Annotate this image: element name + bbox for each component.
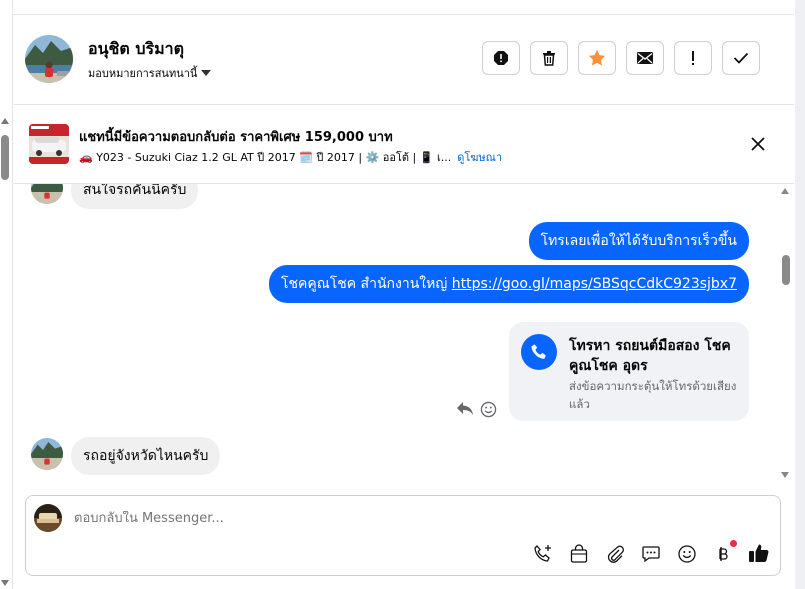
scroll-up-arrow[interactable] (1, 118, 9, 124)
check-icon (733, 52, 749, 64)
emoji-icon (678, 545, 696, 563)
paperclip-icon (607, 545, 624, 563)
assign-conversation-dropdown[interactable]: มอบหมายการสนทนานี้ (88, 64, 212, 82)
close-ad-button[interactable] (748, 134, 768, 154)
outgoing-message-with-link[interactable]: โชคคูณโชค สำนักงานใหญ่ https://goo.gl/ma… (268, 265, 749, 303)
message-text: โชคคูณโชค สำนักงานใหญ่ (280, 276, 452, 292)
scroll-down-arrow[interactable] (1, 580, 9, 586)
call-request-card[interactable]: โทรหา รถยนต์มือสอง โชคคูณโชค อุดร ส่งข้อ… (509, 322, 749, 421)
report-button[interactable] (482, 41, 520, 75)
star-icon (588, 49, 606, 66)
outgoing-message[interactable]: โทรเลยเพื่อให้ได้รับบริการเร็วขึ้น (528, 222, 749, 260)
top-divider (12, 14, 794, 15)
baht-icon (719, 547, 728, 561)
report-icon (494, 51, 508, 65)
delete-button[interactable] (530, 41, 568, 75)
header-divider (13, 104, 794, 105)
maps-link[interactable]: https://goo.gl/maps/SBSqcCdkC923sjbx7 (452, 276, 737, 292)
ad-details-line: 🚗 Y023 - Suzuki Ciaz 1.2 GL AT ปี 2017 🗓… (79, 148, 502, 166)
shop-button[interactable] (568, 543, 590, 565)
sender-avatar (31, 184, 63, 204)
star-button[interactable] (578, 41, 616, 75)
saved-replies-button[interactable] (640, 543, 662, 565)
assign-label: มอบหมายการสนทนานี้ (88, 67, 198, 80)
close-icon (751, 137, 765, 151)
reply-icon[interactable] (456, 400, 474, 420)
caret-down-icon (201, 70, 212, 76)
scroll-thumb[interactable] (1, 135, 9, 180)
phone-icon (521, 334, 557, 370)
mark-unread-button[interactable] (626, 41, 664, 75)
trash-icon (543, 51, 555, 66)
attach-button[interactable] (604, 543, 626, 565)
ad-title: แชทนี้มีข้อความตอบกลับต่อ ราคาพิเศษ 159,… (79, 130, 393, 145)
right-gutter (795, 0, 805, 589)
incoming-message[interactable]: สนใจรถคันนี้ครับ (71, 184, 199, 209)
exclamation-icon (692, 51, 694, 65)
send-like-button[interactable] (748, 542, 770, 564)
quick-reply-icon (642, 546, 660, 563)
emoji-button[interactable] (676, 543, 698, 565)
call-card-title: โทรหา รถยนต์มือสอง โชคคูณโชค อุดร (569, 338, 731, 374)
reply-input[interactable] (74, 511, 674, 526)
call-add-button[interactable] (532, 543, 554, 565)
messages-scroll-thumb[interactable] (782, 255, 790, 285)
ad-details: 🚗 Y023 - Suzuki Ciaz 1.2 GL AT ปี 2017 🗓… (79, 151, 452, 164)
shopping-bag-icon (570, 544, 588, 563)
contact-name: อนุชิต บริมาตุ (88, 39, 185, 58)
messages-scroll-up[interactable] (781, 188, 789, 194)
page-avatar (34, 504, 62, 532)
reply-composer (25, 495, 781, 576)
outer-scrollbar[interactable] (0, 115, 12, 589)
ad-thumbnail[interactable] (29, 124, 69, 164)
react-emoji-icon[interactable] (480, 401, 497, 422)
messages-scroll-down[interactable] (781, 472, 789, 478)
mail-icon (637, 52, 653, 64)
notification-dot (730, 540, 737, 547)
contact-avatar[interactable] (25, 35, 73, 83)
follow-up-button[interactable] (674, 41, 712, 75)
sender-avatar (31, 438, 63, 470)
incoming-message[interactable]: รถอยู่จังหวัดไหนครับ (71, 437, 221, 475)
phone-plus-icon (534, 545, 551, 562)
call-card-subtitle: ส่งข้อความกระตุ้นให้โทรด้วยเสียงแล้ว (569, 379, 737, 411)
thumbs-up-icon (749, 544, 769, 562)
mark-done-button[interactable] (722, 41, 760, 75)
view-ad-link[interactable]: ดูโฆษณา (457, 151, 502, 164)
